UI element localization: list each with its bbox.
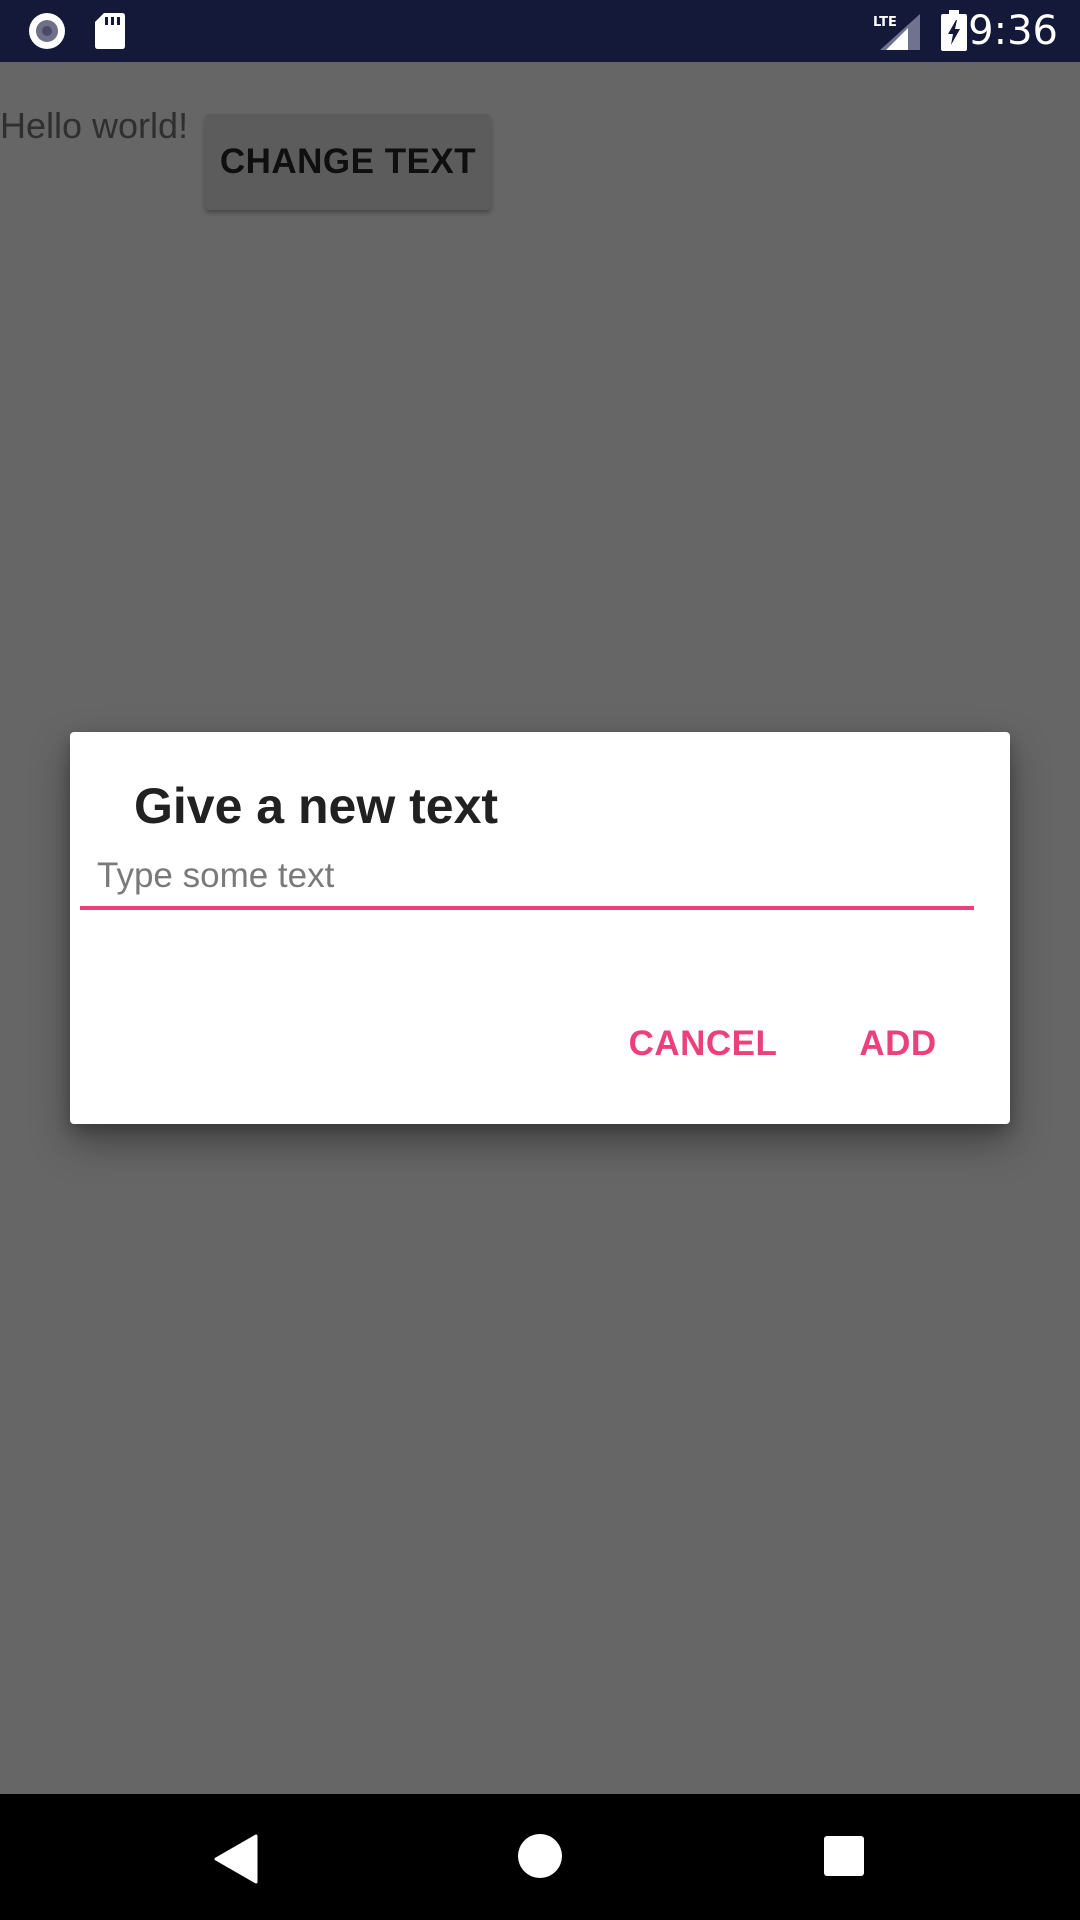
navigation-bar xyxy=(0,1794,1080,1920)
hello-text: Hello world! xyxy=(0,105,189,146)
text-input[interactable] xyxy=(80,846,974,910)
back-icon[interactable] xyxy=(214,1834,258,1884)
cancel-button[interactable]: CANCEL xyxy=(628,1012,778,1076)
status-time: 9:36 xyxy=(968,8,1058,54)
battery-charging-icon xyxy=(941,10,967,51)
record-icon xyxy=(29,13,65,49)
status-bar: LTE 9:36 xyxy=(0,0,1080,62)
change-text-button[interactable]: CHANGE TEXT xyxy=(205,114,491,210)
home-icon[interactable] xyxy=(518,1834,562,1878)
dialog-title: Give a new text xyxy=(134,778,499,834)
sd-card-icon xyxy=(95,13,125,49)
add-button[interactable]: ADD xyxy=(848,1012,948,1076)
svg-text:LTE: LTE xyxy=(873,15,897,30)
recents-icon[interactable] xyxy=(824,1836,864,1876)
lte-signal-icon: LTE xyxy=(873,14,920,50)
new-text-dialog: Give a new text CANCEL ADD xyxy=(70,732,1010,1124)
